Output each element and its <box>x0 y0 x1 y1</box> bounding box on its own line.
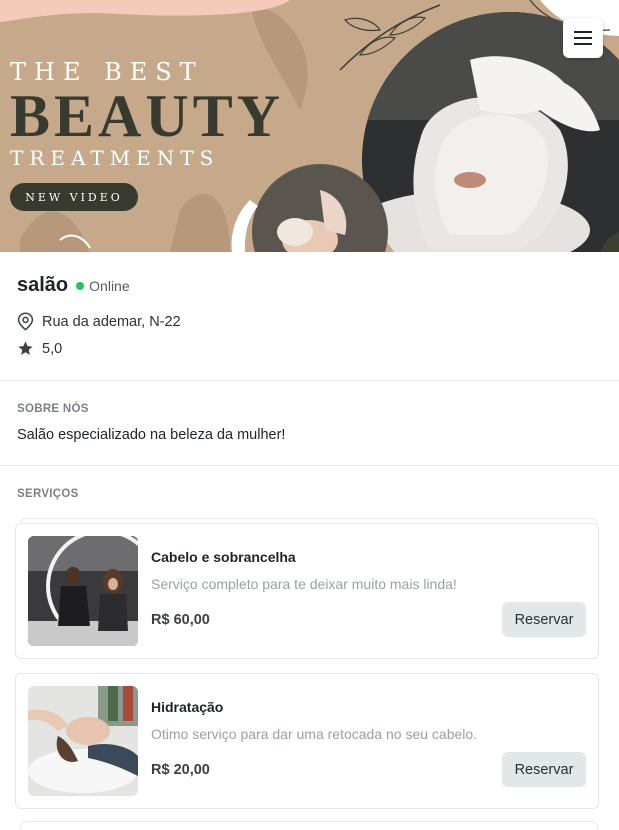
divider <box>0 465 619 466</box>
reserve-button[interactable]: Reservar <box>502 602 586 637</box>
rating-row: 5,0 <box>17 340 62 357</box>
status-dot <box>76 281 85 290</box>
online-status: Online <box>76 277 130 294</box>
service-card: Hidratação Otimo serviço para dar uma re… <box>15 673 599 809</box>
service-description: Serviço completo para te deixar muito ma… <box>151 576 457 592</box>
service-price: R$ 20,00 <box>151 762 210 778</box>
service-title: Hidratação <box>151 699 224 715</box>
salon-name: salão <box>17 274 69 296</box>
hamburger-icon <box>574 31 592 45</box>
salon-rating: 5,0 <box>42 340 63 357</box>
salon-address: Rua da ademar, N-22 <box>42 313 181 330</box>
star-icon <box>18 341 33 355</box>
service-card: Cabelo e sobrancelha Serviço completo pa… <box>15 523 599 659</box>
new-video-badge: NEW VIDEO <box>10 183 138 211</box>
status-text: Online <box>89 277 130 294</box>
service-description: Otimo serviço para dar uma retocada no s… <box>151 726 478 742</box>
hero-banner: THE BEST BEAUTY TREATMENTS NEW VIDEO <box>0 0 619 252</box>
reserve-button[interactable]: Reservar <box>502 752 586 787</box>
banner-headline-line2: BEAUTY <box>10 83 285 149</box>
about-text: Salão especializado na beleza da mulher! <box>17 427 286 443</box>
service-title: Cabelo e sobrancelha <box>151 549 296 565</box>
divider <box>0 380 619 381</box>
service-image <box>28 536 138 646</box>
menu-button[interactable] <box>563 18 603 58</box>
salon-header: salão Online <box>17 274 130 297</box>
location-pin-icon <box>17 312 34 331</box>
address-row: Rua da ademar, N-22 <box>17 312 181 331</box>
service-price: R$ 60,00 <box>151 612 210 628</box>
banner-headline-line3: TREATMENTS <box>10 146 220 170</box>
about-label: SOBRE NÓS <box>17 403 89 415</box>
service-image <box>28 686 138 796</box>
services-label: SERVIÇOS <box>17 488 79 500</box>
